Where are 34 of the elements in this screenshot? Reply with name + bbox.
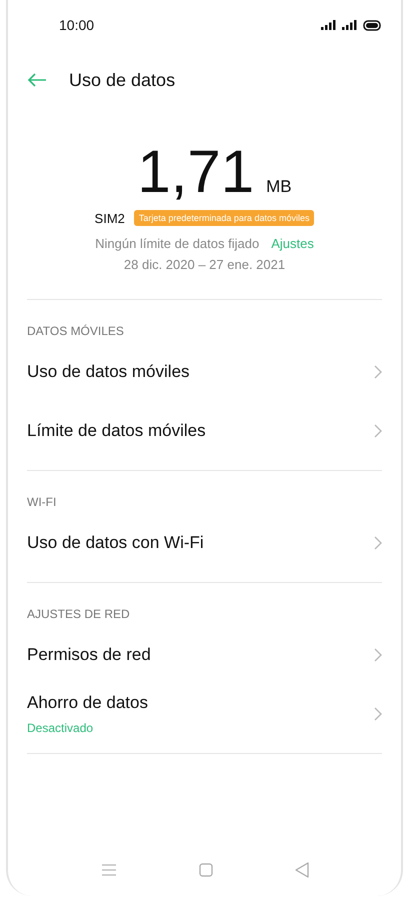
row-label: Límite de datos móviles bbox=[27, 420, 206, 440]
menu-icon[interactable] bbox=[100, 864, 116, 876]
row-status: Desactivado bbox=[27, 720, 94, 734]
chevron-icon bbox=[374, 424, 382, 438]
billing-period: 28 dic. 2020 – 27 ene. 2021 bbox=[124, 257, 286, 272]
default-sim-badge: Tarjeta predeterminada para datos móviles bbox=[134, 210, 314, 226]
section-header: WI-FI bbox=[27, 495, 58, 509]
settings-row[interactable]: Límite de datos móviles bbox=[27, 401, 382, 460]
section-header: DATOS MÓVILES bbox=[27, 324, 125, 338]
chevron-icon bbox=[374, 536, 382, 550]
back-icon[interactable] bbox=[27, 73, 47, 87]
settings-row[interactable]: Permisos de red bbox=[27, 625, 382, 684]
limit-text: Ningún límite de datos fijado bbox=[95, 236, 260, 251]
back-icon[interactable] bbox=[294, 862, 308, 878]
settings-row[interactable]: Uso de datos móviles bbox=[27, 342, 382, 401]
row-label: Ahorro de datos bbox=[27, 692, 148, 712]
row-label: Uso de datos móviles bbox=[27, 362, 190, 382]
chevron-icon bbox=[374, 706, 382, 720]
sim-label: SIM2 bbox=[94, 210, 125, 226]
status-time: 10:00 bbox=[59, 17, 94, 33]
chevron-icon bbox=[374, 364, 382, 378]
row-label: Permisos de red bbox=[27, 644, 151, 664]
usage-amount: 1,71 bbox=[137, 140, 254, 204]
page-title: Uso de datos bbox=[69, 70, 176, 90]
usage-unit: MB bbox=[266, 177, 292, 197]
signal-icon bbox=[342, 20, 358, 30]
home-icon[interactable] bbox=[198, 863, 212, 877]
signal-icon bbox=[321, 20, 337, 30]
section-header: AJUSTES DE RED bbox=[27, 607, 131, 621]
row-label: Uso de datos con Wi-Fi bbox=[27, 532, 204, 552]
settings-row[interactable]: Ahorro de datos Desactivado bbox=[27, 684, 382, 743]
chevron-icon bbox=[374, 648, 382, 662]
battery-icon bbox=[363, 20, 382, 30]
settings-row[interactable]: Uso de datos con Wi-Fi bbox=[27, 513, 382, 572]
